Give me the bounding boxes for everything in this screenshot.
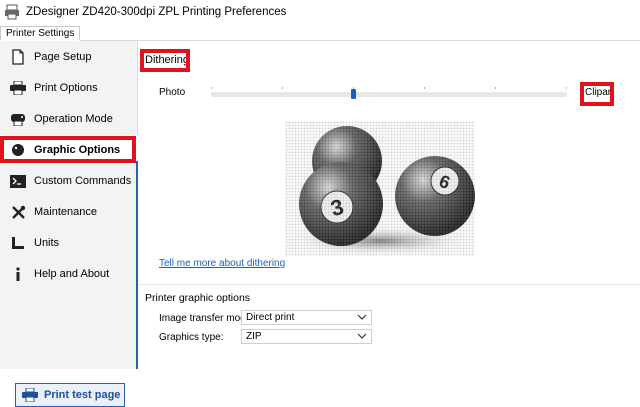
- active-indicator-line: [136, 161, 138, 369]
- slider-thumb[interactable]: [351, 89, 356, 99]
- label-printer-icon: [10, 111, 26, 127]
- info-icon: [10, 266, 26, 282]
- dithering-help-link[interactable]: Tell me more about dithering: [159, 258, 285, 269]
- chevron-down-icon: [357, 312, 367, 322]
- printer-app-icon: [4, 4, 20, 20]
- sidebar-item-graphic-options[interactable]: Graphic Options: [0, 135, 138, 165]
- ruler-icon: [10, 235, 26, 251]
- sidebar-item-help-about[interactable]: Help and About: [0, 259, 138, 289]
- slider-left-label: Photo: [159, 87, 186, 98]
- graphics-type-label: Graphics type:: [159, 332, 224, 343]
- page-icon: [10, 49, 26, 65]
- sidebar-item-custom-commands[interactable]: Custom Commands: [0, 166, 138, 196]
- slider-tick: [211, 87, 212, 89]
- graphics-type-select[interactable]: ZIP: [241, 329, 372, 344]
- graphics-type-value: ZIP: [246, 331, 262, 342]
- slider-right-label: Clipart: [585, 87, 614, 98]
- sidebar: Page Setup Print Options Operation Mode …: [0, 41, 138, 407]
- dithering-slider[interactable]: [211, 87, 567, 99]
- sidebar-item-units[interactable]: Units: [0, 228, 138, 258]
- chevron-down-icon: [357, 331, 367, 341]
- sidebar-item-print-options[interactable]: Print Options: [0, 73, 138, 103]
- tools-icon: [10, 204, 26, 220]
- print-test-page-button[interactable]: Print test page: [15, 383, 125, 407]
- image-transfer-mode-value: Direct print: [246, 312, 295, 323]
- printer-icon: [22, 387, 38, 403]
- divider: [139, 284, 640, 285]
- slider-tick: [566, 87, 567, 89]
- image-transfer-mode-label: Image transfer mode:: [159, 313, 255, 324]
- main-panel: Dithering Photo Clipart 3 6 Tell me more…: [139, 41, 640, 369]
- slider-tick: [424, 87, 425, 89]
- tab-strip: Printer Settings: [0, 24, 640, 41]
- slider-tick: [282, 87, 283, 89]
- window-title: ZDesigner ZD420-300dpi ZPL Printing Pref…: [26, 6, 287, 18]
- image-transfer-mode-select[interactable]: Direct print: [241, 310, 372, 325]
- tab-printer-settings[interactable]: Printer Settings: [0, 26, 81, 41]
- dithering-heading: Dithering: [145, 54, 190, 66]
- slider-tick: [495, 87, 496, 89]
- sidebar-item-page-setup[interactable]: Page Setup: [0, 42, 138, 72]
- terminal-icon: [10, 173, 26, 189]
- dithering-preview-image: 3 6: [285, 121, 475, 256]
- palette-icon: [10, 142, 26, 158]
- title-bar: ZDesigner ZD420-300dpi ZPL Printing Pref…: [0, 0, 640, 24]
- sidebar-item-maintenance[interactable]: Maintenance: [0, 197, 138, 227]
- sidebar-item-operation-mode[interactable]: Operation Mode: [0, 104, 138, 134]
- printer-graphic-options-heading: Printer graphic options: [145, 292, 251, 304]
- printer-icon: [10, 80, 26, 96]
